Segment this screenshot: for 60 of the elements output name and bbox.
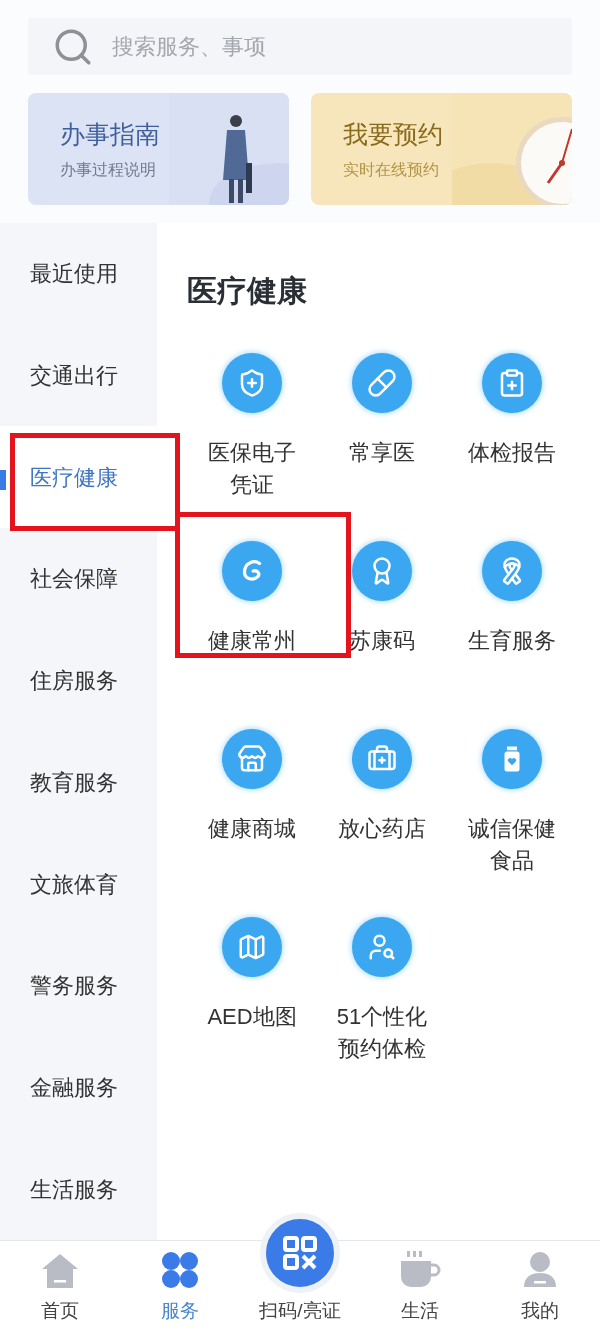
nav-label: 扫码/亮证 [259,1299,341,1323]
card-title: 我要预约 [343,119,444,151]
card-title: 办事指南 [60,119,161,151]
category-tab[interactable]: 最近使用 [0,223,157,325]
category-tab[interactable]: 住房服务 [0,629,157,732]
service-label: 51个性化 预约体检 [336,1003,428,1063]
qr-code-icon [283,1236,317,1270]
section-title: 医疗健康 [187,273,308,309]
card-subtitle: 实时在线预约 [343,159,440,180]
service-item[interactable]: 医保电子 凭证 [187,353,317,501]
category-tab[interactable]: 社会保障 [0,528,157,630]
user-search-icon [367,932,397,962]
nav-tab[interactable]: 首页 [0,1241,120,1338]
service-label: 健康常州 [208,627,296,655]
active-indicator [0,470,6,491]
category-tab[interactable]: 金融服务 [0,1036,157,1139]
category-tab[interactable]: 生活服务 [0,1138,157,1241]
nav-tab[interactable]: 扫码/亮证 [240,1213,360,1338]
store-icon [237,744,267,774]
map-icon [237,932,267,962]
nav-tab[interactable]: 生活 [360,1241,480,1338]
service-label: 健康商城 [208,815,296,843]
service-label: 常享医 [349,439,415,467]
clover-icon [161,1251,199,1289]
booking-card[interactable]: 我要预约 实时在线预约 [311,93,572,205]
service-item[interactable]: 常享医 [317,353,447,501]
service-item[interactable]: 生育服务 [447,541,577,689]
service-label: 放心药店 [338,815,426,843]
service-item[interactable]: 51个性化 预约体检 [317,917,447,1065]
service-label: 体检报告 [468,439,556,467]
nav-label: 生活 [401,1299,439,1323]
category-tab[interactable]: 教育服务 [0,731,157,834]
nav-label: 我的 [521,1299,559,1323]
service-item[interactable]: 体检报告 [447,353,577,501]
category-tab[interactable]: 医疗健康 [0,426,157,529]
search-field[interactable]: 搜索服务、事项 [28,18,572,75]
home-icon [40,1253,80,1289]
service-label: 医保电子 凭证 [208,439,296,499]
service-item[interactable]: 苏康码 [317,541,447,689]
nav-label: 服务 [161,1299,199,1323]
nav-label: 首页 [41,1299,79,1323]
service-label: AED地图 [207,1003,297,1031]
category-tab[interactable]: 警务服务 [0,934,157,1037]
cup-icon [399,1251,441,1289]
service-label: 苏康码 [349,627,415,655]
pill-icon [367,368,397,398]
nav-tab[interactable]: 我的 [480,1241,600,1338]
service-item[interactable]: AED地图 [187,917,317,1065]
nav-tab[interactable]: 服务 [120,1241,240,1338]
category-tab[interactable]: 文旅体育 [0,833,157,935]
guide-card[interactable]: 办事指南 办事过程说明 [28,93,289,205]
service-item[interactable]: 放心药店 [317,729,447,877]
service-item[interactable]: 诚信保健 食品 [447,729,577,877]
service-item[interactable]: 健康常州 [187,541,317,689]
service-label: 诚信保健 食品 [468,815,556,875]
service-item[interactable]: 健康商城 [187,729,317,877]
category-tab[interactable]: 交通出行 [0,324,157,427]
card-subtitle: 办事过程说明 [60,159,157,180]
person-icon [522,1251,558,1289]
service-label: 生育服务 [468,627,556,655]
